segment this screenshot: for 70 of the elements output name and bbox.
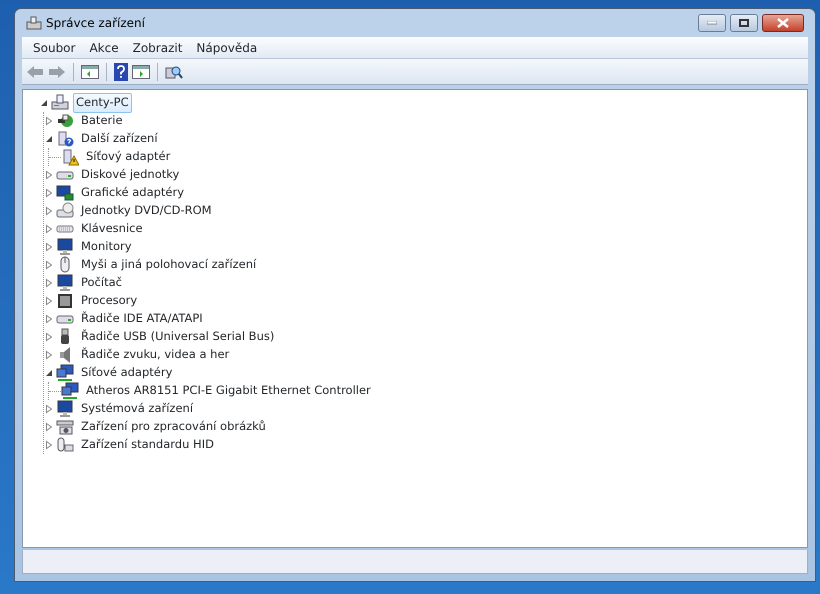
tree-item[interactable]: Grafické adaptéry — [78, 183, 188, 203]
close-button[interactable] — [762, 14, 804, 32]
tree-item[interactable]: Systémová zařízení — [78, 399, 196, 419]
monitor-icon — [56, 238, 74, 256]
tree-item[interactable]: Jednotky DVD/CD-ROM — [78, 201, 215, 221]
scan-hardware-icon[interactable] — [165, 64, 183, 80]
tree-item[interactable]: Síťový adaptér — [83, 147, 174, 167]
menu-item[interactable]: Akce — [82, 38, 126, 56]
warning-device-icon — [61, 148, 79, 166]
maximize-icon — [739, 18, 749, 27]
expand-arrow-icon[interactable] — [44, 332, 54, 342]
expand-arrow-icon[interactable] — [44, 224, 54, 234]
monitor-icon — [56, 400, 74, 418]
collapse-arrow-icon[interactable] — [44, 134, 54, 144]
minimize-button[interactable] — [698, 14, 726, 32]
tree-item[interactable]: Centy-PC — [73, 93, 132, 113]
expand-arrow-icon[interactable] — [44, 260, 54, 270]
collapse-arrow-icon[interactable] — [44, 368, 54, 378]
tree-item[interactable]: Monitory — [78, 237, 135, 257]
close-icon — [777, 18, 789, 28]
network-adapter-icon — [56, 364, 74, 382]
tree-item[interactable]: Zařízení standardu HID — [78, 435, 217, 455]
expand-arrow-icon[interactable] — [44, 188, 54, 198]
back-arrow-icon[interactable] — [26, 64, 44, 78]
computer-icon — [51, 94, 69, 112]
action-pane-icon[interactable] — [132, 64, 150, 78]
unknown-device-icon — [56, 130, 74, 148]
tree-item[interactable]: Klávesnice — [78, 219, 146, 239]
expand-arrow-icon[interactable] — [44, 170, 54, 180]
tree-item[interactable]: Síťové adaptéry — [78, 363, 176, 383]
battery-plug-icon — [56, 112, 74, 130]
tree-item[interactable]: Procesory — [78, 291, 140, 311]
expand-arrow-icon[interactable] — [44, 350, 54, 360]
menu-item[interactable]: Zobrazit — [126, 38, 190, 56]
help-icon[interactable] — [114, 62, 128, 80]
expand-arrow-icon[interactable] — [44, 206, 54, 216]
collapse-arrow-icon[interactable] — [39, 98, 49, 108]
tree-item[interactable]: Atheros AR8151 PCI-E Gigabit Ethernet Controller — [83, 381, 374, 401]
expand-arrow-icon[interactable] — [44, 242, 54, 252]
display-adapter-icon — [56, 184, 74, 202]
tree-item[interactable]: Diskové jednotky — [78, 165, 182, 185]
tree-item[interactable]: Myši a jiná polohovací zařízení — [78, 255, 260, 275]
tree-item[interactable]: Počítač — [78, 273, 125, 293]
device-manager-icon — [26, 16, 42, 30]
menu-item[interactable]: Nápověda — [189, 38, 264, 56]
tree-item[interactable]: Zařízení pro zpracování obrázků — [78, 417, 269, 437]
expand-arrow-icon[interactable] — [44, 278, 54, 288]
menu-item[interactable]: Soubor — [26, 38, 82, 56]
tree-item[interactable]: Řadiče IDE ATA/ATAPI — [78, 309, 206, 329]
expand-arrow-icon[interactable] — [44, 440, 54, 450]
tree-item[interactable]: Řadiče USB (Universal Serial Bus) — [78, 327, 278, 347]
input-device-icon — [56, 436, 74, 454]
tree-item[interactable]: Řadiče zvuku, videa a her — [78, 345, 232, 365]
tree-item[interactable]: Další zařízení — [78, 129, 161, 149]
console-tree-icon[interactable] — [81, 64, 99, 78]
window-title: Správce zařízení — [46, 15, 145, 32]
monitor-icon — [56, 274, 74, 292]
expand-arrow-icon[interactable] — [44, 404, 54, 414]
scanner-camera-icon — [56, 418, 74, 436]
expand-arrow-icon[interactable] — [44, 296, 54, 306]
expand-arrow-icon[interactable] — [44, 314, 54, 324]
optical-drive-icon — [56, 202, 74, 220]
forward-arrow-icon[interactable] — [48, 64, 66, 78]
expand-arrow-icon[interactable] — [44, 116, 54, 126]
network-adapter-icon — [61, 382, 79, 400]
expand-arrow-icon[interactable] — [44, 422, 54, 432]
processor-chip-icon — [56, 292, 74, 310]
minimize-icon — [707, 20, 717, 25]
maximize-button[interactable] — [730, 14, 758, 32]
tree-item[interactable]: Baterie — [78, 111, 126, 131]
